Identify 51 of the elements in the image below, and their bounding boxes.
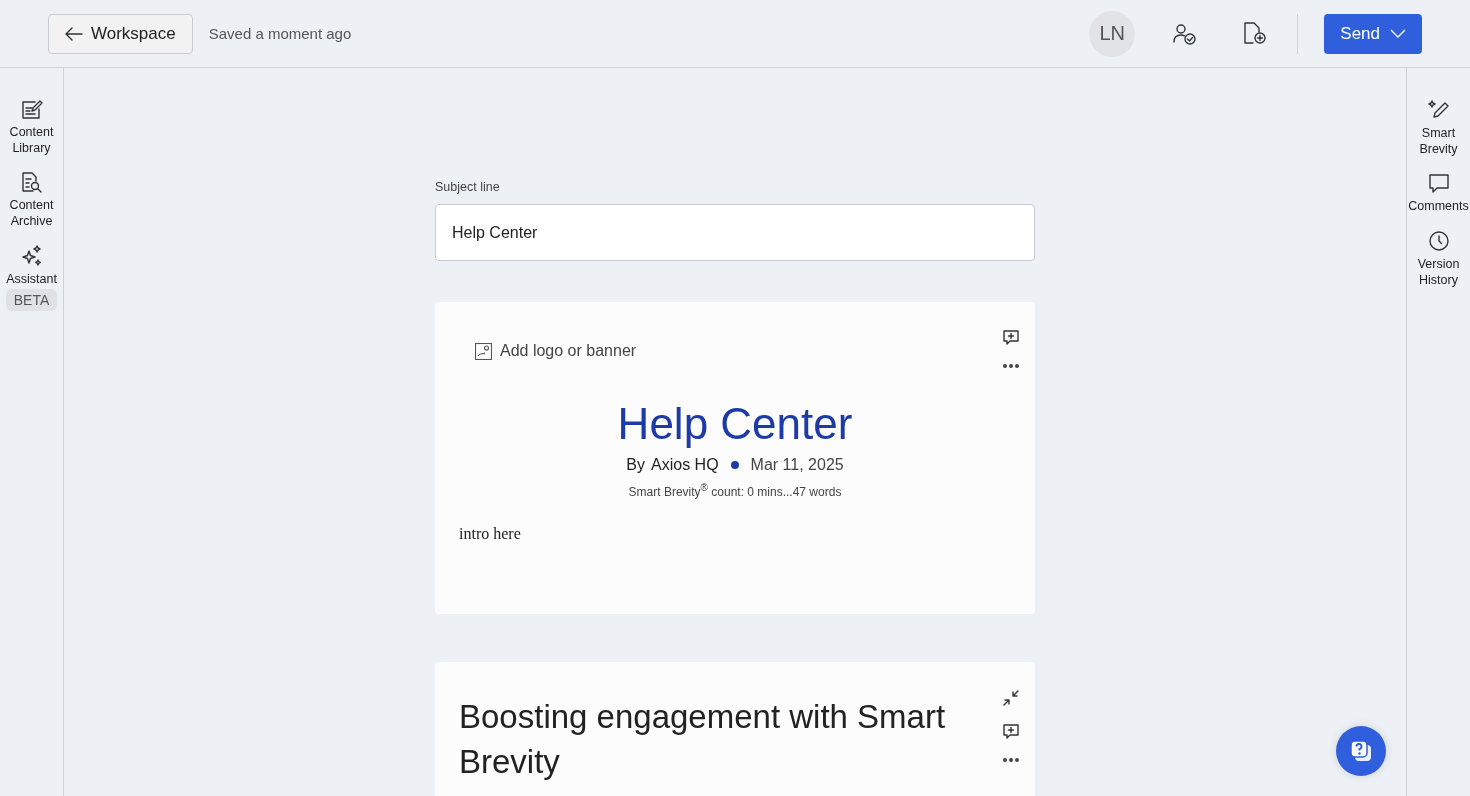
sparkles-icon	[20, 245, 43, 267]
intro-text: intro here	[459, 525, 522, 543]
document-plus-icon	[1243, 22, 1268, 45]
beta-badge: BETA	[5, 289, 58, 311]
help-chat-button[interactable]	[1336, 726, 1386, 776]
rail-item-label: Content Archive	[8, 197, 55, 229]
separator-dot-icon	[730, 461, 739, 469]
arrow-left-icon	[65, 26, 83, 41]
rail-item-label: Comments	[1408, 198, 1469, 214]
add-comment-button[interactable]	[1003, 330, 1019, 346]
person-check-icon	[1173, 22, 1198, 45]
rail-item[interactable]: Content Archive	[0, 172, 64, 229]
newsletter-title: Help Center	[616, 398, 854, 450]
collapse-button[interactable]	[1003, 690, 1019, 706]
section-heading: Boosting engagement with Smart Brevity	[459, 697, 947, 782]
save-status: Saved a moment ago	[208, 25, 352, 42]
add-comment-button[interactable]	[1003, 724, 1019, 740]
sparkle-pencil-icon	[1427, 100, 1450, 121]
chevron-down-icon	[1390, 29, 1406, 38]
add-comment-icon	[1003, 724, 1019, 740]
byline-prefix: By	[626, 456, 645, 474]
edit-document-icon	[20, 100, 43, 120]
author-name: Axios HQ	[651, 456, 719, 474]
rail-item[interactable]: Comments	[1406, 173, 1470, 214]
rail-item[interactable]: Smart Brevity	[1406, 100, 1470, 157]
help-chat-icon	[1348, 738, 1374, 764]
rail-item-label: Version History	[1416, 256, 1461, 288]
rail-item-label: Assistant	[6, 271, 57, 287]
rail-item[interactable]: Assistant	[0, 245, 64, 287]
subject-line-field[interactable]: Help Center	[435, 204, 1035, 261]
more-options-button[interactable]	[1003, 758, 1019, 762]
word-count: Smart Brevity$^{®}$ count: 0 mins...47 words	[627, 482, 843, 499]
document-search-icon	[20, 172, 43, 193]
workspace-back-button[interactable]: Workspace	[48, 13, 193, 54]
more-options-button[interactable]	[1003, 364, 1019, 368]
image-icon	[475, 342, 492, 360]
user-avatar[interactable]: LN	[1089, 10, 1136, 57]
more-options-icon	[1003, 364, 1019, 368]
rail-item[interactable]: Content Library	[0, 100, 64, 156]
collapse-arrows-icon	[1003, 690, 1019, 706]
rail-item-label: Content Library	[8, 124, 55, 156]
send-button[interactable]: Send	[1324, 13, 1422, 54]
add-logo-button[interactable]: Add logo or banner	[459, 330, 653, 372]
rail-item[interactable]: Version History	[1406, 230, 1470, 288]
rail-item-label: Smart Brevity	[1418, 125, 1459, 157]
more-options-icon	[1003, 758, 1019, 762]
subject-line-label: Subject line	[435, 180, 501, 194]
speech-bubble-icon	[1427, 173, 1450, 194]
publish-date: Mar 11, 2025	[750, 456, 844, 474]
add-comment-icon	[1003, 330, 1019, 346]
clock-icon	[1427, 230, 1450, 252]
